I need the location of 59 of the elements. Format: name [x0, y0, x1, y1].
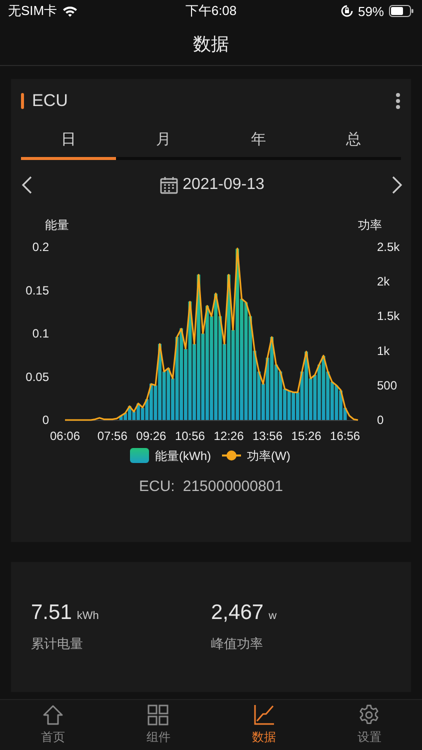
tick-label: 09:26 — [136, 429, 166, 443]
stat-value: 7.51 — [31, 601, 72, 625]
carrier-text: 无SIM卡 — [8, 2, 58, 20]
tick-label: 06:06 — [50, 429, 80, 443]
date-text[interactable]: 2021-09-13 — [182, 176, 264, 194]
stat-value: 2,467 — [211, 601, 264, 625]
period-tab[interactable]: 总 — [306, 121, 401, 160]
tick-label: 12:26 — [214, 429, 244, 443]
tick-label: 2k — [377, 274, 390, 289]
stat-unit: kWh — [76, 610, 99, 622]
ecu-id: 215000000801 — [182, 478, 283, 495]
stat-unit: w — [268, 610, 277, 622]
legend-label: 能量(kWh) — [155, 449, 211, 463]
tick-label: 0.05 — [26, 370, 49, 384]
tick-label: 1.5k — [377, 309, 400, 324]
tick-label: 13:56 — [252, 429, 283, 443]
nav-tab[interactable]: 设置 — [316, 700, 422, 750]
grid-icon — [147, 704, 170, 726]
tick-label: 1k — [377, 344, 390, 358]
ecu-label: ECU: — [139, 478, 175, 495]
more-icon[interactable] — [395, 92, 401, 110]
page-title: 数据 — [193, 32, 229, 56]
y-axis-title: 能量 — [45, 218, 69, 232]
tick-label: 10:56 — [174, 429, 205, 443]
tick-label: 0 — [42, 413, 49, 427]
stat-label: 累计电量 — [31, 635, 84, 653]
tick-label: 07:56 — [97, 429, 128, 443]
tick-label: 500 — [377, 378, 398, 392]
legend-swatch — [130, 448, 149, 463]
chevron-left-icon[interactable] — [21, 175, 33, 195]
legend-label: 功率(W) — [247, 449, 290, 463]
wifi-icon — [62, 5, 78, 17]
calendar-icon — [160, 176, 178, 194]
chevron-right-icon[interactable] — [391, 175, 403, 195]
y-axis-title: 功率 — [358, 218, 382, 232]
tick-label: 16:56 — [330, 429, 360, 443]
tick-label: 15:26 — [291, 429, 322, 443]
tick-label: 0.2 — [32, 240, 49, 254]
nav-tab[interactable]: 组件 — [106, 700, 211, 750]
rotation-lock-icon — [340, 5, 353, 17]
period-tab[interactable]: 日 — [21, 121, 116, 160]
settings-icon — [358, 704, 380, 726]
battery-icon — [389, 5, 414, 17]
tick-label: 0 — [377, 413, 384, 427]
period-tab[interactable]: 年 — [211, 121, 306, 160]
status-time: 下午6:08 — [185, 2, 237, 20]
accent-bar — [21, 93, 24, 109]
tick-label: 2.5k — [377, 240, 400, 254]
stat-label: 峰值功率 — [211, 635, 264, 653]
period-tab[interactable]: 月 — [116, 121, 211, 160]
device-name: ECU — [32, 91, 69, 111]
battery-text: 59% — [358, 4, 384, 18]
nav-tab[interactable]: 首页 — [0, 700, 106, 750]
home-icon — [42, 704, 64, 726]
nav-tab[interactable]: 数据 — [211, 700, 316, 750]
line-chart-icon — [252, 704, 275, 726]
legend-line-icon — [222, 450, 241, 460]
tick-label: 0.1 — [32, 326, 49, 340]
tick-label: 0.15 — [26, 283, 49, 298]
